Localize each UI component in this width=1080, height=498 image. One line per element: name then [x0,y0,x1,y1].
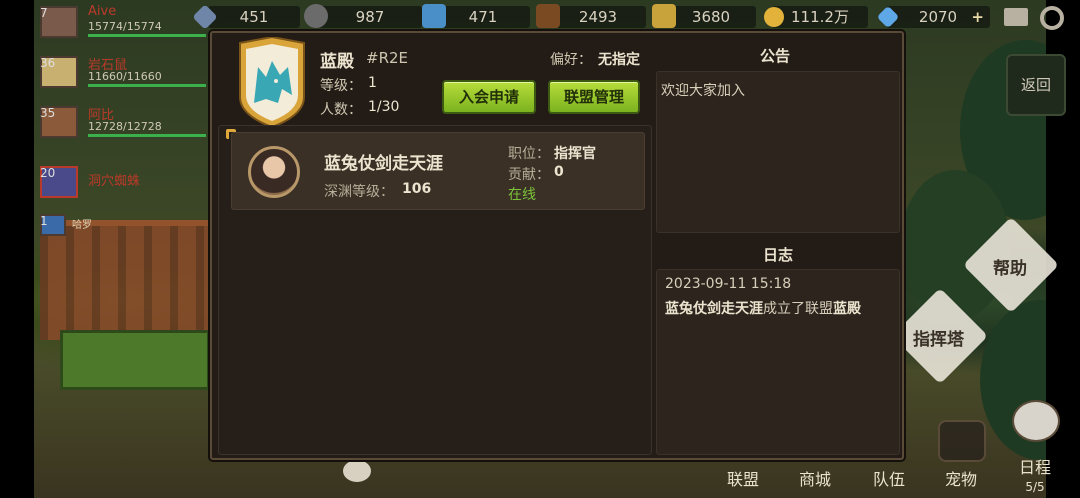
diamond-icon [876,5,900,29]
resource-wood: 2493 [536,4,646,28]
party-hp: 15774/15774 [88,20,162,33]
position-value: 指挥官 [554,146,596,162]
party-level: 36 [40,56,56,70]
notice-title: 公告 [760,47,791,65]
guild-name: 蓝殿 [320,52,354,72]
member-row[interactable]: 蓝兔仗剑走天涯 深渊等级： 106 职位： 指挥官 贡献： 0 在线 [226,129,645,210]
grass-patch [60,330,210,390]
preference-label: 偏好： [550,52,592,68]
ore-icon [304,4,328,28]
guild-tag: #R2E [366,49,409,67]
resource-value: 471 [468,8,498,26]
nav-pet-label: 宠物 [944,470,977,489]
online-status: 在线 [508,187,536,203]
help-label: 帮助 [993,259,1027,279]
log-entry: 蓝兔仗剑走天涯成立了联盟蓝殿 [665,298,861,318]
resource-value: 111.2万 [791,8,849,26]
chat-icon[interactable] [343,460,371,482]
resource-ice: 471 [422,4,530,28]
manage-button-label: 联盟管理 [563,88,624,106]
hp-bar [88,134,206,137]
ice-crystal-icon [422,4,446,28]
resource-crystal: 451 [192,4,300,30]
corner-mark [226,129,236,139]
members-label: 人数： [320,102,362,118]
wheat-icon [652,4,676,28]
guild-panel: 蓝殿 #R2E 偏好： 无指定 等级： 1 人数： 1/30 入会申请 联盟管理… [210,31,904,460]
party-member[interactable]: 1 哈罗 [40,212,200,246]
log-time: 2023-09-11 15:18 [665,276,792,292]
resource-value: 3680 [691,8,731,26]
paw-icon [938,420,986,462]
level-label: 等级： [320,78,362,94]
hp-bar [88,84,206,87]
party-member[interactable]: 7 Aive 15774/15774 [40,4,206,38]
back-label: 返回 [1020,76,1051,94]
party-name: Aive [88,4,117,19]
mail-icon[interactable] [1004,8,1028,26]
resource-ore: 987 [304,4,422,28]
avatar[interactable] [248,146,300,198]
left-letterbox [0,0,34,498]
party-name: 洞穴蜘蛛 [88,174,141,189]
resource-value: 2070 [918,8,958,26]
contribution-label: 贡献： [508,167,550,183]
nav-schedule-label: 日程 [1018,458,1051,477]
gear-icon[interactable] [1040,6,1064,30]
wood-icon [536,4,560,28]
party-level: 1 [40,214,48,228]
hp-bar [88,34,206,37]
position-label: 职位： [508,146,550,162]
resource-gold: 111.2万 [764,6,868,28]
nav-alliance-label: 联盟 [726,470,759,489]
resource-value: 987 [355,8,385,26]
log-actor: 蓝兔仗剑走天涯 [665,301,763,317]
party-member[interactable]: 36 岩石鼠 11660/11660 [40,54,206,88]
member-list: 蓝兔仗剑走天涯 深渊等级： 106 职位： 指挥官 贡献： 0 在线 [218,125,652,455]
log-target: 蓝殿 [833,301,861,317]
manage-button[interactable]: 联盟管理 [548,80,640,114]
resource-diamond[interactable]: 2070 + [876,5,990,29]
nav-shop-label: 商城 [798,470,831,489]
level-value: 1 [368,75,377,91]
gold-coin-icon [764,7,784,27]
party-level: 20 [40,166,56,180]
abyss-level-value: 106 [402,181,432,197]
party-name: 哈罗 [72,220,92,231]
party-member[interactable]: 35 阿比 12728/12728 [40,104,206,138]
party-hp: 11660/11660 [88,70,162,83]
log-box: 2023-09-11 15:18 蓝兔仗剑走天涯成立了联盟蓝殿 [656,269,900,455]
resource-value: 2493 [578,8,618,26]
nav-schedule-count: 5/5 [1025,480,1045,494]
log-action: 成立了联盟 [763,301,833,317]
party-level: 7 [40,6,48,20]
add-diamond-icon[interactable]: + [971,6,984,28]
nav-team-label: 队伍 [872,470,905,489]
contribution-value: 0 [554,164,564,180]
member-name: 蓝兔仗剑走天涯 [324,154,443,174]
resource-wheat: 3680 [652,4,756,28]
apply-button-label: 入会申请 [458,88,519,106]
notice-box: 欢迎大家加入 [656,71,900,233]
party-level: 35 [40,106,56,120]
wolf-emblem-icon [239,37,305,127]
members-value: 1/30 [368,99,400,115]
party-member[interactable]: 20 洞穴蜘蛛 [40,164,200,198]
notice-text: 欢迎大家加入 [661,83,745,99]
schedule-avatar-icon [1012,400,1060,442]
log-title: 日志 [763,246,794,264]
party-hp: 12728/12728 [88,120,162,133]
preference-value: 无指定 [598,52,640,68]
apply-button[interactable]: 入会申请 [442,80,536,114]
abyss-level-label: 深渊等级： [324,184,394,200]
game-scene: 451 987 471 2493 3680 111.2万 2070 + 7 Ai… [0,0,1080,498]
command-tower-label: 指挥塔 [913,330,964,350]
back-button[interactable]: 返回 [1006,54,1066,116]
resource-value: 451 [239,8,269,26]
